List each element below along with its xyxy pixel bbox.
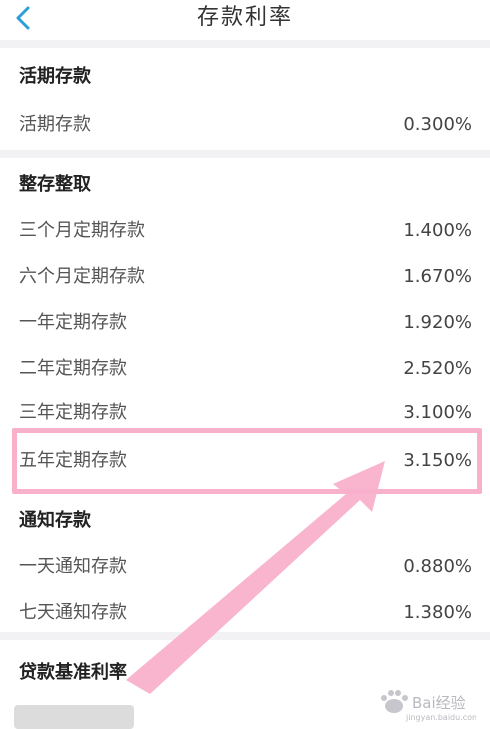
watermark-subtext: jingyan.baidu.com (405, 713, 476, 722)
rate-label: 七天通知存款 (19, 602, 127, 623)
rate-value: 1.920% (403, 312, 472, 333)
rate-label: 五年定期存款 (19, 450, 127, 471)
rate-value: 0.880% (403, 556, 472, 577)
rate-row: 一年定期存款 1.920% (0, 308, 490, 338)
rate-value: 3.150% (403, 450, 472, 471)
rate-value: 1.670% (403, 266, 472, 287)
blurred-content (14, 705, 134, 729)
rate-label: 六个月定期存款 (19, 266, 145, 287)
section-demand-deposit: 活期存款 活期存款 0.300% (0, 48, 490, 150)
rate-row: 七天通知存款 1.380% (0, 598, 490, 628)
rate-label: 三年定期存款 (19, 402, 127, 423)
rate-row: 一天通知存款 0.880% (0, 552, 490, 582)
section-title-fixed: 整存整取 (19, 174, 91, 195)
page-title: 存款利率 (196, 5, 293, 30)
rate-label: 活期存款 (19, 114, 91, 135)
watermark-text: Bai经验 (412, 694, 466, 712)
rate-value: 3.100% (403, 402, 472, 423)
section-fixed-deposit: 整存整取 三个月定期存款 1.400% 六个月定期存款 1.670% 一年定期存… (0, 158, 490, 494)
section-title-notice: 通知存款 (19, 510, 91, 531)
section-title-demand: 活期存款 (19, 66, 91, 87)
rate-label: 二年定期存款 (19, 358, 127, 379)
rate-row: 二年定期存款 2.520% (0, 354, 490, 384)
rate-row-highlighted: 五年定期存款 3.150% (0, 446, 490, 476)
rate-label: 一天通知存款 (19, 556, 127, 577)
section-title-loan: 贷款基准利率 (19, 662, 127, 683)
rate-label: 三个月定期存款 (19, 220, 145, 241)
section-notice-deposit: 通知存款 一天通知存款 0.880% 七天通知存款 1.380% (0, 494, 490, 632)
rate-value: 0.300% (403, 114, 472, 135)
rate-row: 活期存款 0.300% (0, 110, 490, 140)
rate-row: 三个月定期存款 1.400% (0, 216, 490, 246)
rate-value: 1.380% (403, 602, 472, 623)
rate-row: 三年定期存款 3.100% (0, 398, 490, 428)
rate-value: 2.520% (403, 358, 472, 379)
rate-value: 1.400% (403, 220, 472, 241)
rate-row: 六个月定期存款 1.670% (0, 262, 490, 292)
rate-label: 一年定期存款 (19, 312, 127, 333)
baidu-watermark-logo: Bai经验 jingyan.baidu.com (376, 686, 480, 724)
app-screen: 存款利率 活期存款 活期存款 0.300% 整存整取 三个月定期存款 1.400… (0, 0, 490, 729)
nav-header: 存款利率 (0, 0, 490, 40)
